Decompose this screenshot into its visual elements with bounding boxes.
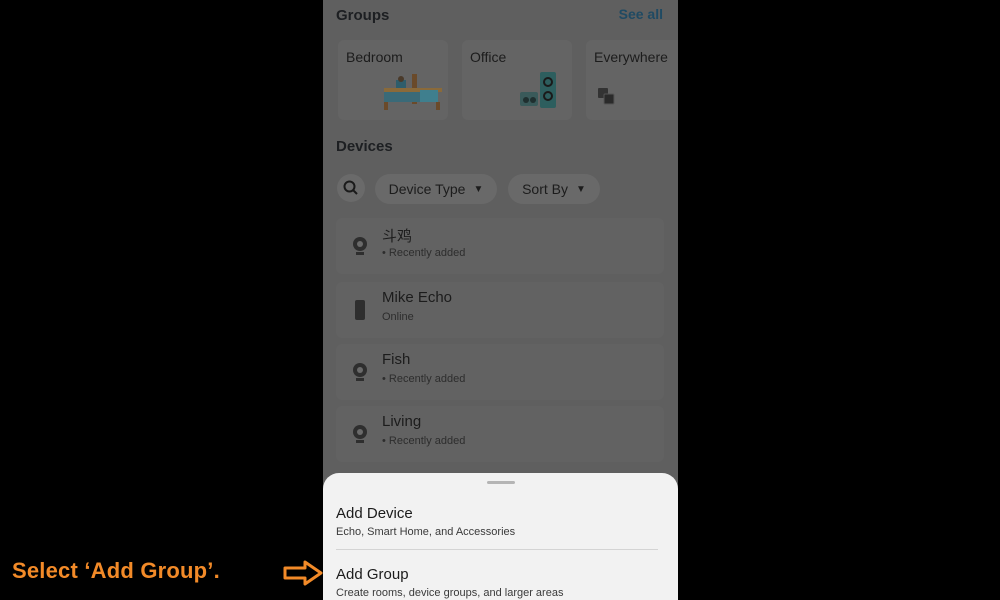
device-name: Living [382, 413, 422, 430]
search-button[interactable] [337, 174, 365, 202]
device-row[interactable]: Living • Recently added [336, 406, 664, 462]
arrow-right-icon [283, 560, 323, 586]
desk-speaker-icon [520, 72, 556, 108]
device-name: Mike Echo [382, 289, 453, 306]
device-status: • Recently added [382, 435, 466, 447]
camera-icon [353, 237, 367, 255]
instruction-caption: Select ‘Add Group’. [12, 558, 220, 583]
device-type-filter[interactable]: Device Type ▼ [375, 174, 497, 204]
group-card-bedroom[interactable]: Bedroom [338, 40, 448, 120]
device-type-label: Device Type [388, 181, 466, 197]
add-group-title: Add Group [336, 566, 409, 583]
camera-icon [353, 363, 367, 381]
sheet-drag-handle[interactable] [487, 481, 515, 484]
echo-speaker-icon [355, 300, 365, 320]
device-row[interactable]: Fish • Recently added [336, 344, 664, 400]
device-name: 斗鸡 [382, 228, 413, 245]
add-group-option[interactable]: Add Group Create rooms, device groups, a… [323, 559, 678, 600]
multi-speaker-icon [598, 88, 615, 105]
group-label: Office [470, 49, 507, 65]
group-card-office[interactable]: Office [462, 40, 572, 120]
bottom-sheet: Add Device Echo, Smart Home, and Accesso… [323, 473, 678, 600]
group-label: Everywhere [594, 49, 668, 65]
device-status: Online [382, 311, 414, 323]
sort-by-label: Sort By [522, 181, 568, 197]
divider [336, 549, 658, 550]
device-status: • Recently added [382, 247, 466, 259]
camera-icon [353, 425, 367, 443]
add-device-title: Add Device [336, 505, 413, 522]
device-name: Fish [382, 351, 411, 368]
search-icon [343, 180, 358, 195]
group-card-everywhere[interactable]: Everywhere [586, 40, 678, 120]
device-row[interactable]: Mike Echo Online [336, 282, 664, 338]
group-label: Bedroom [346, 49, 403, 65]
phone-screen: Groups See all Bedroom Office Everywhere [323, 0, 678, 600]
devices-heading: Devices [336, 138, 393, 155]
chevron-down-icon: ▼ [576, 183, 586, 195]
groups-heading: Groups [336, 7, 390, 24]
add-group-subtitle: Create rooms, device groups, and larger … [336, 587, 564, 599]
device-status: • Recently added [382, 373, 466, 385]
add-device-subtitle: Echo, Smart Home, and Accessories [336, 526, 516, 538]
bed-icon [384, 74, 442, 110]
device-row[interactable]: 斗鸡 • Recently added [336, 218, 664, 274]
sort-by-filter[interactable]: Sort By ▼ [508, 174, 600, 204]
chevron-down-icon: ▼ [473, 183, 484, 195]
see-all-link[interactable]: See all [619, 6, 663, 22]
